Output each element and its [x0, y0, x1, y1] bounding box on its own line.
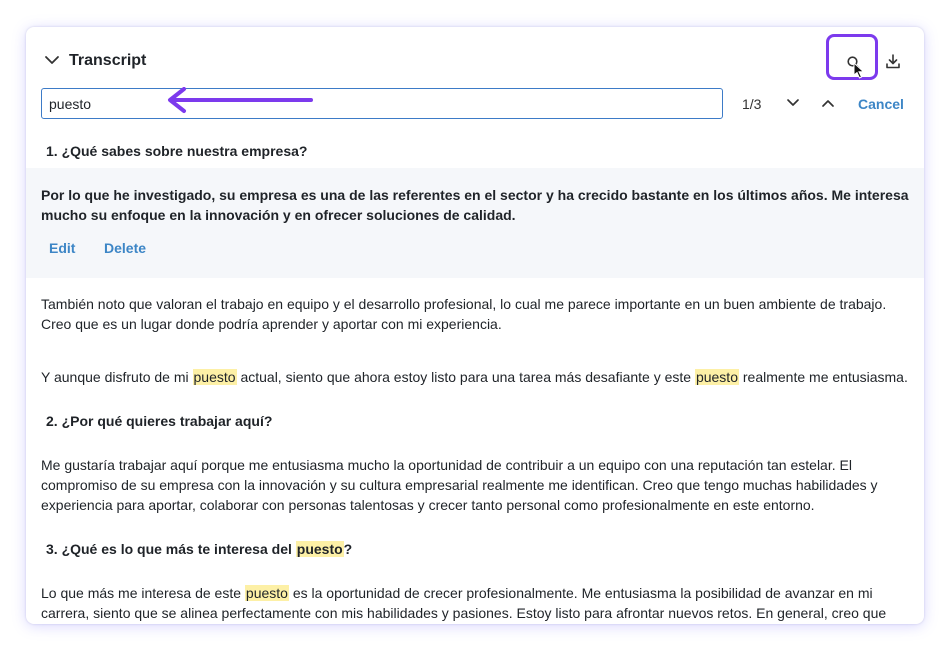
edit-button[interactable]: Edit — [49, 240, 75, 256]
search-input[interactable] — [41, 88, 723, 119]
delete-button[interactable]: Delete — [104, 240, 146, 256]
answer-text: Por lo que he investigado, su empresa es… — [41, 187, 909, 223]
search-bar: 1/3 Cancel — [26, 87, 924, 121]
transcript-paragraph: Me gustaría trabajar aquí porque me entu… — [41, 457, 878, 513]
search-highlight: puesto — [295, 541, 344, 557]
panel-header: Transcript — [26, 27, 924, 85]
search-highlight: puesto — [192, 369, 237, 385]
previous-match-icon[interactable] — [821, 98, 835, 108]
cancel-search-button[interactable]: Cancel — [858, 96, 904, 112]
transcript-panel: Transcript 1/3 Cancel — [26, 27, 924, 624]
search-highlight: puesto — [694, 369, 739, 385]
download-icon[interactable] — [886, 54, 900, 69]
question-3: 3. ¿Qué es lo que más te interesa del pu… — [46, 541, 353, 557]
question-2: 2. ¿Por qué quieres trabajar aquí? — [46, 413, 273, 429]
arrow-left-icon — [168, 87, 313, 113]
transcript-paragraph: Y aunque disfruto de mi puesto actual, s… — [41, 369, 908, 385]
transcript-paragraph: Lo que más me interesa de este puesto es… — [41, 585, 887, 621]
transcript-paragraph: También noto que valoran el trabajo en e… — [41, 296, 887, 332]
next-match-icon[interactable] — [786, 98, 800, 108]
match-counter: 1/3 — [742, 96, 762, 112]
search-highlight: puesto — [244, 585, 289, 601]
search-button[interactable] — [826, 34, 878, 80]
mouse-cursor-icon — [853, 62, 865, 79]
chevron-down-icon[interactable] — [44, 55, 60, 65]
question-1: 1. ¿Qué sabes sobre nuestra empresa? — [46, 143, 308, 159]
panel-title: Transcript — [69, 52, 147, 69]
